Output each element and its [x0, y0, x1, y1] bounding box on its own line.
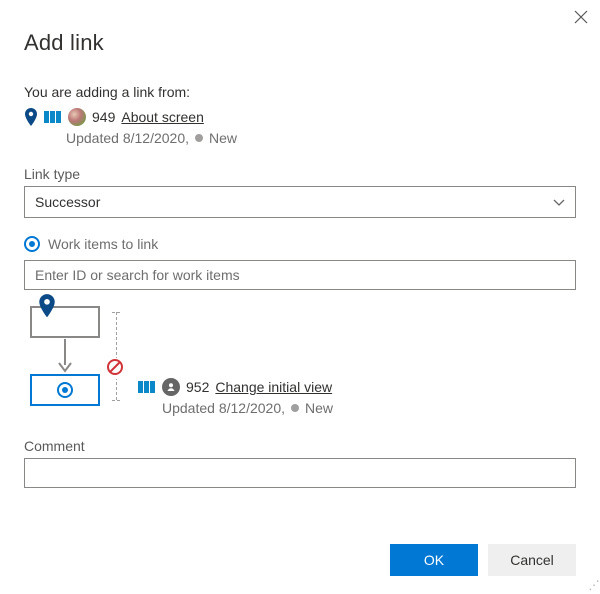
chevron-down-icon: [553, 194, 565, 210]
backlog-item-icon: [44, 110, 62, 124]
link-diagram: [24, 306, 124, 406]
state-dot-icon: [291, 404, 299, 412]
comment-input[interactable]: [24, 458, 576, 488]
assignee-avatar: [68, 108, 86, 126]
source-state: New: [209, 130, 237, 146]
link-type-select[interactable]: Successor: [24, 186, 576, 218]
pin-icon: [38, 294, 56, 323]
source-work-item-link[interactable]: About screen: [121, 109, 204, 125]
linked-work-item-link[interactable]: Change initial view: [215, 379, 332, 395]
source-work-item-id: 949: [92, 109, 115, 125]
work-items-search-input[interactable]: [24, 260, 576, 290]
backlog-item-icon: [138, 380, 156, 394]
dialog-title: Add link: [24, 30, 576, 56]
arrow-down-icon: [30, 338, 100, 374]
link-type-value: Successor: [35, 194, 100, 210]
close-button[interactable]: [574, 10, 588, 27]
link-type-label: Link type: [24, 166, 576, 182]
linked-updated: Updated 8/12/2020,: [162, 400, 285, 416]
target-icon: [57, 382, 73, 398]
state-dot-icon: [195, 134, 203, 142]
dialog-prompt: You are adding a link from:: [24, 84, 576, 100]
ok-button[interactable]: OK: [390, 544, 478, 576]
source-updated: Updated 8/12/2020,: [66, 130, 189, 146]
pin-icon: [24, 108, 38, 131]
not-allowed-icon: [106, 358, 124, 379]
cancel-button[interactable]: Cancel: [488, 544, 576, 576]
unassigned-avatar-icon: [162, 378, 180, 396]
linked-state: New: [305, 400, 333, 416]
comment-label: Comment: [24, 438, 576, 454]
linked-work-item-id: 952: [186, 379, 209, 395]
work-items-radio[interactable]: [24, 236, 40, 252]
work-items-label: Work items to link: [48, 236, 158, 252]
resize-grip-icon[interactable]: ⋰: [587, 578, 598, 592]
